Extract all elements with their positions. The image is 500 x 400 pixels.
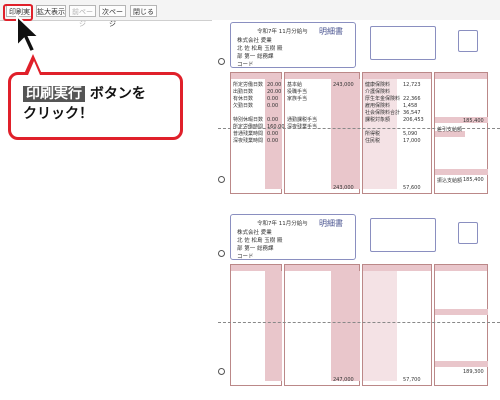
callout-line2: クリック！ (23, 106, 93, 122)
department: 部 第一 総務課 (237, 246, 274, 252)
year-month: 令和7年 11月分給与 (257, 221, 308, 227)
cut-line (218, 128, 500, 130)
punch-hole (218, 58, 225, 65)
company-name: 株式会社 愛業 (237, 230, 272, 236)
payment-column: 247,000 (284, 264, 360, 386)
net-total: 185,400 (463, 118, 484, 124)
cut-line (218, 322, 500, 324)
department: 部 第一 総務課 (237, 54, 274, 60)
payment-labels: 基本給 役職手当 家族手当 通勤課税手当 深夜残業手当 (287, 82, 318, 130)
payslip-page-2: 令和7年 11月分給与 明細書 株式会社 愛業 北 佐 松島 玉樹 殿 部 第一… (218, 214, 488, 392)
year-month: 令和7年 11月分給与 (257, 29, 308, 35)
employee-name: 北 佐 松島 玉樹 殿 (237, 238, 283, 244)
payslip-grid: 所定労働日数 出勤日数 有休日数 欠勤日数 特別休暇日数 所定労働時間 普通残業時間 深夜残業… (230, 72, 488, 200)
code-label: コード (237, 62, 254, 68)
attendance-labels: 所定労働日数 出勤日数 有休日数 欠勤日数 特別休暇日数 所定労働時間 普通残業時間 深夜残業… (233, 82, 264, 144)
payslip-header: 令和7年 11月分給与 明細書 株式会社 愛業 北 佐 松島 玉樹 殿 部 第一… (230, 22, 356, 68)
stamp-box (370, 26, 436, 60)
summary-column: 差引支給額 185,400 振込支給額 185,400 (434, 72, 488, 194)
deduction-column: 57,700 (362, 264, 432, 386)
callout-tail-inner (28, 61, 40, 75)
payslip-title: 明細書 (319, 27, 343, 36)
payslip-page-1: 令和7年 11月分給与 明細書 株式会社 愛業 北 佐 松島 玉樹 殿 部 第一… (218, 22, 488, 200)
seal-box (458, 222, 478, 244)
deduction-values: 12,723 22,366 1,458 36,547 206,453 5,090 17,00… (403, 82, 424, 144)
close-button[interactable]: 閉じる (130, 5, 157, 17)
attendance-column (230, 264, 282, 386)
deduction-labels: 健康保険料 介護保険料 厚生年金保険料 雇用保険料 社会保険料合計 課税対象額 所得税 住民税 (365, 82, 401, 144)
punch-hole (218, 250, 225, 257)
employee-name: 北 佐 松島 玉樹 殿 (237, 46, 283, 52)
net-total: 189,300 (463, 369, 484, 375)
payslip-grid: 247,000 57,700 189,300 (230, 264, 488, 392)
payslip-title: 明細書 (319, 219, 343, 228)
bank-amount: 185,400 (463, 177, 484, 183)
pay-total: 247,000 (333, 377, 354, 383)
summary-column: 189,300 (434, 264, 488, 386)
company-name: 株式会社 愛業 (237, 38, 272, 44)
print-preview: 令和7年 11月分給与 明細書 株式会社 愛業 北 佐 松島 玉樹 殿 部 第一… (212, 20, 500, 400)
bank-label: 振込支給額 (437, 178, 463, 184)
punch-hole (218, 176, 225, 183)
payment-column: 基本給 役職手当 家族手当 通勤課税手当 深夜残業手当 243,000 243,000 (284, 72, 360, 194)
seal-box (458, 30, 478, 52)
punch-hole (218, 368, 225, 375)
toolbar: 印刷実行 拡大表示 前ページ 次ページ 閉じる (0, 0, 500, 28)
pay-total: 243,000 (333, 185, 354, 191)
base-salary-value: 243,000 (333, 82, 354, 88)
next-page-button[interactable]: 次ページ (99, 5, 126, 28)
code-label: コード (237, 254, 254, 260)
callout-line1: ボタンを (85, 86, 146, 102)
deduction-total: 57,600 (403, 185, 421, 191)
payslip-header: 令和7年 11月分給与 明細書 株式会社 愛業 北 佐 松島 玉樹 殿 部 第一… (230, 214, 356, 260)
callout-bubble: 印刷実行 ボタンを クリック！ (8, 72, 183, 140)
callout-highlight: 印刷実行 (23, 86, 85, 102)
attendance-values: 20.00 20.00 0.00 0.00 0.00 160.00 0.00 0.00 (267, 82, 285, 144)
deduction-column: 健康保険料 介護保険料 厚生年金保険料 雇用保険料 社会保険料合計 課税対象額 所得税 住民税… (362, 72, 432, 194)
deduction-total: 57,700 (403, 377, 421, 383)
prev-page-button[interactable]: 前ページ (69, 5, 96, 28)
stamp-box (370, 218, 436, 252)
mouse-cursor-icon (16, 14, 42, 54)
attendance-column: 所定労働日数 出勤日数 有休日数 欠勤日数 特別休暇日数 所定労働時間 普通残業時間 深夜残業… (230, 72, 285, 194)
